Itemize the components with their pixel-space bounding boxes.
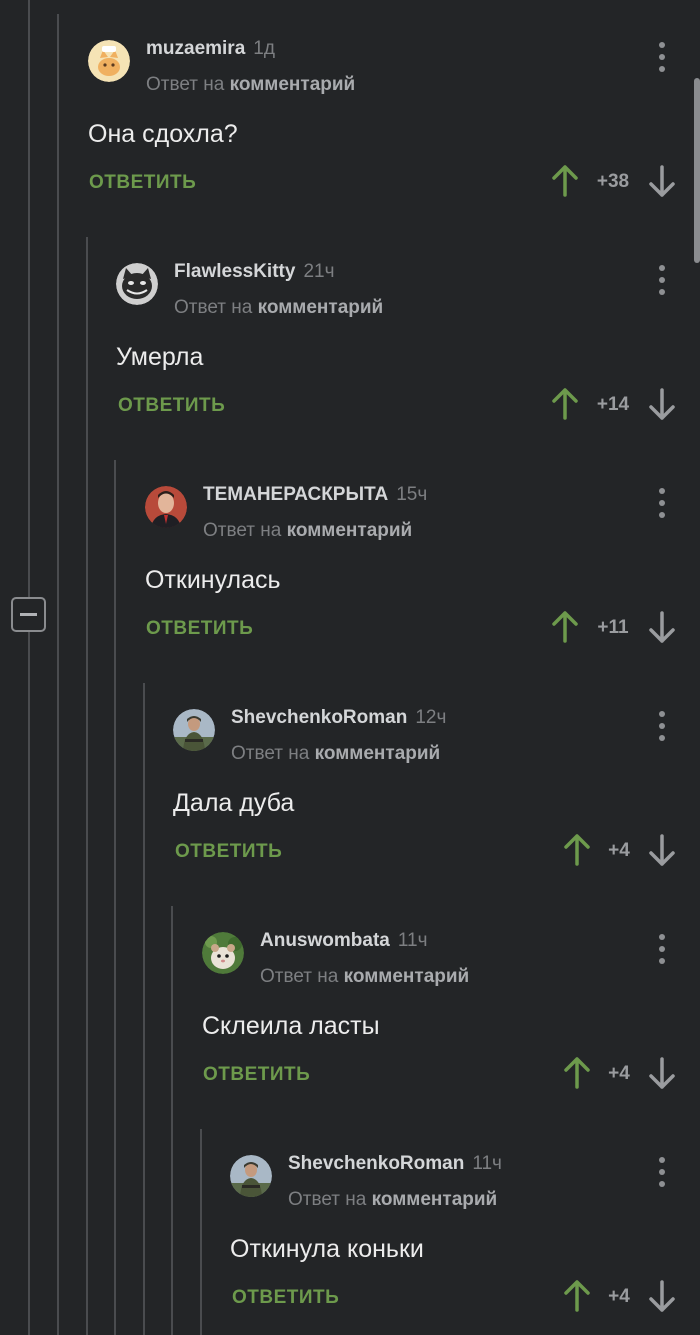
comment-author[interactable]: ShevchenkoRoman 12ч xyxy=(231,707,446,729)
comment: ТЕМАНЕРАСКРЫТА 15ч Ответ на комментарий О… xyxy=(0,476,700,699)
comment-author[interactable]: muzaemira 1д xyxy=(146,38,275,60)
more-options-icon[interactable] xyxy=(657,711,667,741)
soldier-avatar[interactable] xyxy=(173,709,215,751)
reply-to-text: Ответ на комментарий xyxy=(203,520,413,541)
comment-time: 15ч xyxy=(396,484,428,505)
comment-text: Склеила ласты xyxy=(202,1012,380,1040)
comment: Anuswombata 11ч Ответ на комментарий Скле… xyxy=(0,922,700,1145)
comment-author[interactable]: FlawlessKitty 21ч xyxy=(174,261,334,283)
reply-to-text: Ответ на комментарий xyxy=(146,74,356,95)
downvote-arrow-icon[interactable] xyxy=(648,165,676,197)
comment-time: 1д xyxy=(253,38,275,59)
comment: ShevchenkoRoman 12ч Ответ на комментарий … xyxy=(0,699,700,922)
comment-text: Откинулась xyxy=(145,566,281,594)
reply-to-text: Ответ на комментарий xyxy=(174,297,384,318)
comment: ShevchenkoRoman 11ч Ответ на комментарий … xyxy=(0,1145,700,1335)
upvote-arrow-icon[interactable] xyxy=(551,611,579,643)
more-options-icon[interactable] xyxy=(657,934,667,964)
comment-text: Откинула коньки xyxy=(230,1235,424,1263)
reply-button[interactable]: ОТВЕТИТЬ xyxy=(203,1064,310,1086)
downvote-arrow-icon[interactable] xyxy=(648,1057,676,1089)
comment: muzaemira 1д Ответ на комментарий Она сдо… xyxy=(0,30,700,253)
upvote-arrow-icon[interactable] xyxy=(551,165,579,197)
upvote-arrow-icon[interactable] xyxy=(551,388,579,420)
comment-time: 11ч xyxy=(397,930,428,951)
parent-comment-link[interactable]: комментарий xyxy=(315,743,441,764)
comment-score: +14 xyxy=(596,394,630,415)
hamster-avatar[interactable] xyxy=(202,932,244,974)
upvote-arrow-icon[interactable] xyxy=(563,1057,591,1089)
parent-comment-link[interactable]: комментарий xyxy=(230,74,356,95)
downvote-arrow-icon[interactable] xyxy=(648,1280,676,1312)
comment-score: +4 xyxy=(608,1286,630,1307)
parent-comment-link[interactable]: комментарий xyxy=(258,297,384,318)
more-options-icon[interactable] xyxy=(657,265,667,295)
comment-time: 21ч xyxy=(303,261,335,282)
comment-author[interactable]: Anuswombata 11ч xyxy=(260,930,427,952)
reply-button[interactable]: ОТВЕТИТЬ xyxy=(175,841,282,863)
reply-to-text: Ответ на комментарий xyxy=(288,1189,498,1210)
parent-comment-link[interactable]: комментарий xyxy=(372,1189,498,1210)
reply-button[interactable]: ОТВЕТИТЬ xyxy=(89,172,196,194)
comment-score: +4 xyxy=(608,840,630,861)
comment-time: 11ч xyxy=(472,1153,502,1174)
comment-text: Она сдохла? xyxy=(88,120,238,148)
more-options-icon[interactable] xyxy=(657,1157,667,1187)
comment: FlawlessKitty 21ч Ответ на комментарий Ум… xyxy=(0,253,700,476)
soldier-avatar[interactable] xyxy=(230,1155,272,1197)
downvote-arrow-icon[interactable] xyxy=(648,834,676,866)
comment-thread: muzaemira 1д Ответ на комментарий Она сдо… xyxy=(0,0,700,1335)
comment-score: +4 xyxy=(608,1063,630,1084)
cat-avatar[interactable] xyxy=(88,40,130,82)
comment-time: 12ч xyxy=(415,707,447,728)
reply-button[interactable]: ОТВЕТИТЬ xyxy=(118,395,225,417)
upvote-arrow-icon[interactable] xyxy=(563,834,591,866)
grinning-cat-avatar[interactable] xyxy=(116,263,158,305)
parent-comment-link[interactable]: комментарий xyxy=(344,966,470,987)
more-options-icon[interactable] xyxy=(657,488,667,518)
man-avatar[interactable] xyxy=(145,486,187,528)
comment-score: +38 xyxy=(596,171,630,192)
downvote-arrow-icon[interactable] xyxy=(648,611,676,643)
more-options-icon[interactable] xyxy=(657,42,667,72)
comment-author[interactable]: ShevchenkoRoman 11ч xyxy=(288,1153,502,1175)
reply-to-text: Ответ на комментарий xyxy=(231,743,441,764)
downvote-arrow-icon[interactable] xyxy=(648,388,676,420)
comment-score: +11 xyxy=(597,617,629,638)
reply-to-text: Ответ на комментарий xyxy=(260,966,470,987)
parent-comment-link[interactable]: комментарий xyxy=(287,520,413,541)
upvote-arrow-icon[interactable] xyxy=(563,1280,591,1312)
comment-text: Умерла xyxy=(116,343,204,371)
comment-text: Дала дуба xyxy=(173,789,295,817)
reply-button[interactable]: ОТВЕТИТЬ xyxy=(146,618,253,640)
reply-button[interactable]: ОТВЕТИТЬ xyxy=(232,1287,339,1309)
comment-author[interactable]: ТЕМАНЕРАСКРЫТА 15ч xyxy=(203,484,427,506)
